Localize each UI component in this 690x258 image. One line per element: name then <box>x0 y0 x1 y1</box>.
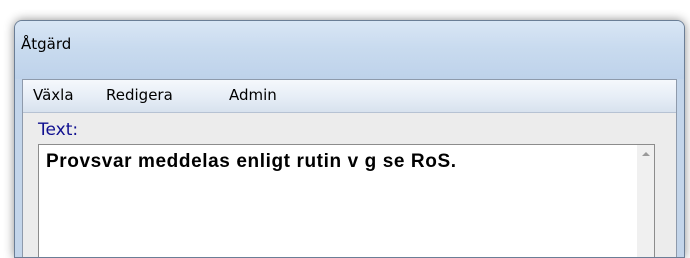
chevron-up-icon[interactable] <box>637 145 654 162</box>
menu-bar: Växla Redigera Admin <box>23 80 676 113</box>
text-area-content[interactable]: Provsvar meddelas enligt rutin v g se Ro… <box>46 149 606 175</box>
title-bar[interactable]: Åtgärd <box>15 21 684 79</box>
menu-item-vaxla[interactable]: Växla <box>31 86 76 104</box>
text-area[interactable]: Provsvar meddelas enligt rutin v g se Ro… <box>38 144 655 257</box>
dialog-window: Åtgärd Växla Redigera Admin Text: Provsv… <box>14 20 685 258</box>
vertical-scrollbar[interactable] <box>637 145 654 257</box>
window-client-area: Växla Redigera Admin Text: Provsvar medd… <box>22 79 677 257</box>
text-field-label: Text: <box>38 120 79 140</box>
window-title: Åtgärd <box>21 35 72 53</box>
menu-item-admin[interactable]: Admin <box>227 86 279 104</box>
menu-item-redigera[interactable]: Redigera <box>104 86 175 104</box>
